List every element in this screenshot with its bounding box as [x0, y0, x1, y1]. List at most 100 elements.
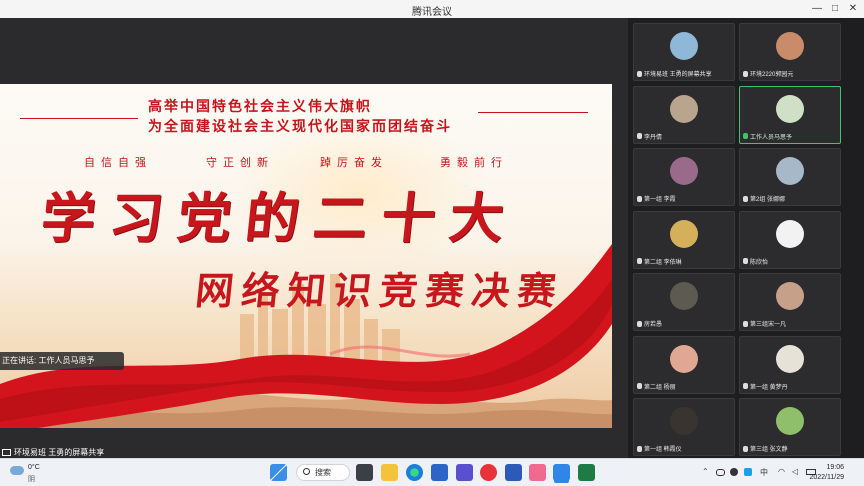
participant-name-row: 工作人员马思予: [743, 132, 792, 141]
participant-name: 工作人员马思予: [750, 134, 793, 141]
participant-tile[interactable]: 第二组 杨丽: [633, 335, 735, 394]
close-button[interactable]: ✕: [846, 2, 860, 16]
mic-muted-icon: [637, 258, 642, 264]
slide-subtitle: 网络知识竞赛决赛: [193, 268, 567, 313]
participant-tile[interactable]: 第一组 韩霞仪: [633, 398, 735, 456]
shared-screen-area[interactable]: 高举中国特色社会主义伟大旗帜 为全面建设社会主义现代化国家而团结奋斗 自信自强 …: [0, 18, 628, 458]
mic-muted-icon: [637, 70, 642, 77]
participant-name: 李丹倩: [644, 134, 663, 141]
screen-share-text: 环境易班 王勇的屏幕共享: [14, 448, 105, 457]
start-icon[interactable]: [270, 464, 287, 481]
participant-tile[interactable]: 第2组 张娜娜: [739, 148, 841, 206]
taskbar-search-label: 搜索: [315, 468, 331, 477]
mic-muted-icon: [743, 195, 748, 202]
task-view-icon[interactable]: [356, 464, 373, 481]
participant-name-row: 第一组 黄梦丹: [743, 382, 788, 391]
mic-muted-icon: [637, 383, 642, 389]
participant-name: 第二组 李依琳: [644, 259, 682, 266]
participant-name: 第2组 张娜娜: [750, 197, 786, 203]
avatar: [670, 32, 698, 60]
window-title: 腾讯会议: [412, 7, 452, 18]
cloud-sync-icon[interactable]: [716, 469, 725, 476]
participant-name: 环境2220郭园元: [750, 72, 794, 78]
mic-muted-icon: [743, 320, 748, 327]
file-explorer-icon[interactable]: [381, 464, 398, 481]
ime-indicator[interactable]: 中: [760, 467, 768, 478]
participant-tile[interactable]: 第一组 李霞: [633, 148, 735, 206]
windows-taskbar: 0°C 阴 搜索 ⌃ 中 ◠ ◁ 19:06 2022/11/29: [0, 458, 864, 486]
participant-name-row: 第三组宋一凡: [743, 319, 786, 328]
chevron-up-icon[interactable]: ⌃: [702, 467, 709, 476]
meeting-tray-icon[interactable]: [730, 468, 738, 476]
participant-tile[interactable]: 第三组 张文静: [739, 398, 841, 456]
clock-date: 2022/11/29: [809, 474, 844, 481]
participant-name-row: 第二组 李依琳: [637, 257, 682, 266]
tencent-meeting-icon[interactable]: [553, 464, 570, 481]
app-icon[interactable]: [456, 464, 473, 481]
volume-icon[interactable]: ◁: [792, 467, 798, 476]
participant-tile[interactable]: 房若愚: [633, 273, 735, 331]
slogan-2: 守正创新: [206, 157, 274, 169]
avatar: [776, 32, 804, 60]
avatar: [776, 94, 804, 123]
participant-name-row: 第二组 杨丽: [637, 382, 676, 391]
mic-muted-icon: [743, 383, 748, 389]
taskbar-search-button[interactable]: 搜索: [296, 464, 350, 481]
participant-name-row: 陈欣怡: [743, 257, 768, 266]
minimize-button[interactable]: —: [810, 2, 824, 16]
clock-time: 19:06: [826, 464, 844, 471]
participant-name: 陈欣怡: [750, 259, 769, 266]
participant-name: 第一组 黄梦丹: [750, 384, 788, 391]
participant-tile[interactable]: 环境易班 王勇的屏幕共享: [633, 23, 735, 81]
cloud-icon: [10, 466, 24, 475]
participant-name: 第二组 杨丽: [644, 384, 676, 391]
slide-headline-1: 高举中国特色社会主义伟大旗帜: [148, 98, 372, 114]
mic-muted-icon: [637, 195, 642, 202]
participant-name: 第一组 韩霞仪: [644, 447, 682, 453]
participant-tile[interactable]: 陈欣怡: [739, 210, 841, 269]
edge-browser-icon[interactable]: [406, 464, 423, 481]
netease-music-icon[interactable]: [480, 464, 497, 481]
participant-tile[interactable]: 第一组 黄梦丹: [739, 335, 841, 394]
mic-on-icon: [743, 133, 748, 139]
participant-name: 房若愚: [644, 322, 663, 328]
headline-rule-left: [20, 118, 138, 119]
participant-tile[interactable]: 工作人员马思予: [739, 85, 841, 144]
avatar: [670, 344, 698, 373]
participant-tile[interactable]: 第二组 李依琳: [633, 210, 735, 269]
mic-muted-icon: [637, 320, 642, 327]
weather-temperature: 0°C: [28, 464, 40, 471]
search-icon: [303, 468, 310, 475]
participant-tile[interactable]: 环境2220郭园元: [739, 23, 841, 81]
participant-name-row: 环境2220郭园元: [743, 69, 793, 78]
excel-icon[interactable]: [578, 464, 595, 481]
headline-rule-right: [478, 112, 588, 113]
qq-icon[interactable]: [744, 468, 752, 476]
avatar: [670, 94, 698, 123]
avatar: [776, 407, 804, 435]
participant-name-row: 第2组 张娜娜: [743, 194, 785, 203]
mic-muted-icon: [637, 445, 642, 452]
word-icon[interactable]: [505, 464, 522, 481]
participant-name: 第三组宋一凡: [750, 322, 787, 328]
avatar: [776, 282, 804, 310]
slogan-1: 自信自强: [84, 157, 152, 169]
title-bar: 腾讯会议 — □ ✕: [0, 0, 864, 18]
avatar: [776, 219, 804, 248]
participant-tile[interactable]: 第三组宋一凡: [739, 273, 841, 331]
participant-name-row: 第一组 韩霞仪: [637, 444, 682, 453]
maximize-button[interactable]: □: [828, 2, 842, 16]
store-icon[interactable]: [431, 464, 448, 481]
participant-name-row: 房若愚: [637, 319, 662, 328]
slide-headline-2: 为全面建设社会主义现代化国家而团结奋斗: [148, 118, 452, 134]
system-clock[interactable]: 19:06 2022/11/29: [809, 463, 844, 483]
participant-name: 第三组 张文静: [750, 447, 788, 453]
participant-name-row: 环境易班 王勇的屏幕共享: [637, 69, 712, 78]
slogan-4: 勇毅前行: [440, 157, 508, 169]
wifi-icon[interactable]: ◠: [778, 467, 785, 476]
participant-tile[interactable]: 李丹倩: [633, 85, 735, 144]
media-app-icon[interactable]: [529, 464, 546, 481]
participant-name-row: 李丹倩: [637, 132, 662, 141]
avatar: [776, 344, 804, 373]
speaking-indicator: 正在讲话: 工作人员马思予: [0, 352, 125, 370]
